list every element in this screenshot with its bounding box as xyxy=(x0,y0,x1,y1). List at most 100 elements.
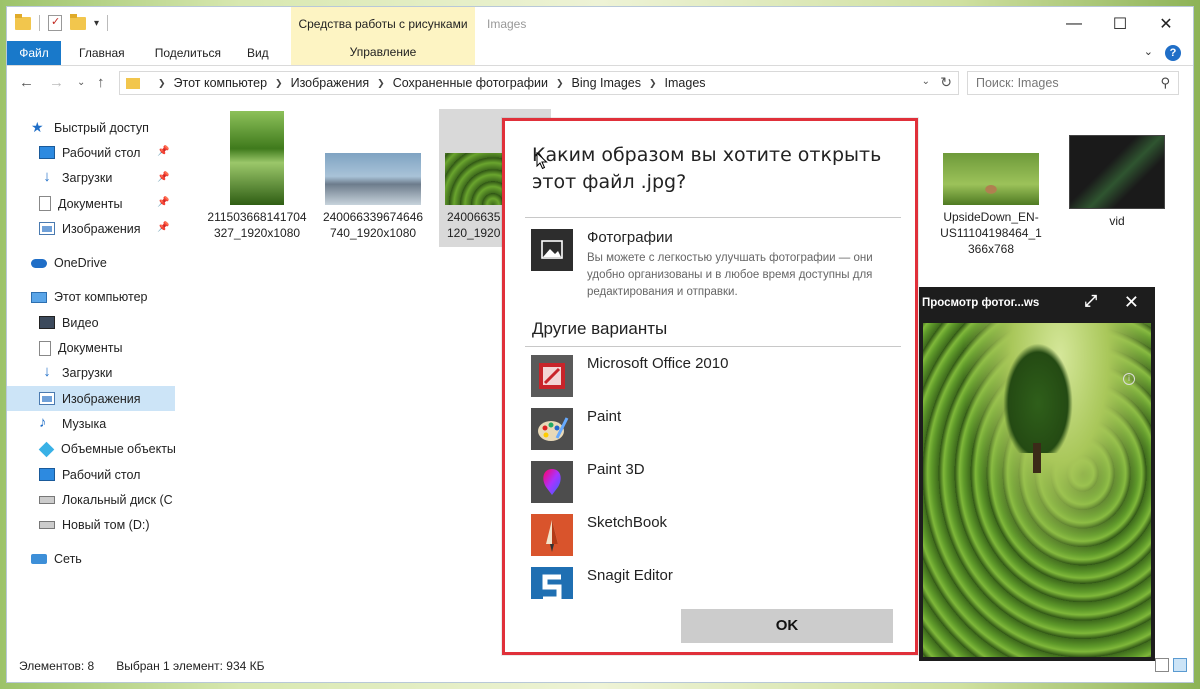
tab-file[interactable]: Файл xyxy=(7,41,61,65)
chevron-right-icon[interactable]: ❯ xyxy=(275,78,283,89)
sidebar-item-network[interactable]: Сеть xyxy=(7,547,175,572)
sidebar-item-drive-c[interactable]: Локальный диск (C xyxy=(7,487,175,512)
chevron-right-icon[interactable]: ❯ xyxy=(649,78,657,89)
up-arrow-icon[interactable]: ↑ xyxy=(97,74,105,91)
star-icon: ★ xyxy=(31,118,44,135)
app-name: SketchBook xyxy=(587,514,668,531)
tab-manage[interactable]: Управление xyxy=(291,45,475,59)
image-thumbnail xyxy=(230,111,284,205)
sidebar-item-pictures-pc[interactable]: Изображения xyxy=(7,385,175,412)
folder-icon[interactable] xyxy=(15,13,31,30)
pin-icon[interactable]: 📌 xyxy=(157,222,169,233)
address-dropdown-icon[interactable]: ⌄ xyxy=(922,76,930,87)
downloads-icon: ↓ xyxy=(43,168,51,186)
app-name: Paint xyxy=(587,408,622,425)
status-item-count: Элементов: 8 xyxy=(19,659,95,673)
viewer-close-icon[interactable]: ✕ xyxy=(1124,292,1139,313)
breadcrumb-pictures[interactable]: Изображения xyxy=(291,76,370,90)
mouse-cursor-icon xyxy=(536,151,548,173)
app-option-office[interactable]: Microsoft Office 2010 xyxy=(531,355,728,397)
sidebar-item-quick-access[interactable]: ★ Быстрый доступ xyxy=(7,115,175,140)
sidebar-item-video[interactable]: Видео xyxy=(7,310,175,335)
tab-home[interactable]: Главная xyxy=(61,41,137,65)
window-title: Images xyxy=(487,17,527,31)
file-tile[interactable]: 211503668141704 327_1920x1080 xyxy=(197,111,317,241)
file-name: vid xyxy=(1109,214,1125,228)
video-icon xyxy=(39,316,55,330)
chevron-right-icon[interactable]: ❯ xyxy=(377,78,385,89)
breadcrumb-saved-pictures[interactable]: Сохраненные фотографии xyxy=(393,76,548,90)
sidebar-item-desktop[interactable]: Рабочий стол 📌 xyxy=(7,140,175,165)
refresh-icon[interactable]: ↻ xyxy=(940,74,952,91)
picture-tools-label: Средства работы с рисунками xyxy=(298,17,468,31)
drive-icon xyxy=(39,495,55,504)
sidebar-item-music[interactable]: ♪ Музыка xyxy=(7,411,175,436)
app-option-sketchbook[interactable]: SketchBook xyxy=(531,514,667,556)
sidebar-item-this-pc[interactable]: Этот компьютер xyxy=(7,285,175,310)
maximize-button[interactable]: ☐ xyxy=(1097,7,1143,41)
tab-view[interactable]: Вид xyxy=(233,41,281,65)
address-bar[interactable]: ❯ Этот компьютер ❯ Изображения ❯ Сохране… xyxy=(119,71,959,95)
sketchbook-pencil-icon xyxy=(531,514,573,556)
file-tile[interactable]: 240066339674646 740_1920x1080 xyxy=(319,153,427,241)
large-icons-view-icon[interactable] xyxy=(1173,658,1187,672)
pin-icon[interactable]: 📌 xyxy=(157,146,169,157)
customize-toolbar-icon[interactable]: ▾ xyxy=(94,18,99,29)
sidebar-item-drive-d[interactable]: Новый том (D:) xyxy=(7,512,175,537)
app-option-paint3d[interactable]: Paint 3D xyxy=(531,461,645,503)
new-folder-icon[interactable] xyxy=(70,13,86,30)
photos-viewer: Просмотр фотог...ws ⤢ ✕ i xyxy=(919,287,1155,661)
expand-ribbon-icon[interactable]: ⌄ xyxy=(1144,45,1153,58)
paint-3d-icon xyxy=(531,461,573,503)
back-arrow-icon[interactable]: ← xyxy=(19,74,34,91)
sidebar-item-desktop-pc[interactable]: Рабочий стол xyxy=(7,462,175,487)
help-icon[interactable]: ? xyxy=(1165,45,1181,61)
sidebar-item-onedrive[interactable]: OneDrive xyxy=(7,250,175,275)
chevron-right-icon[interactable]: ❯ xyxy=(158,78,166,89)
pin-icon[interactable]: 📌 xyxy=(157,172,169,183)
photos-app-icon xyxy=(531,229,573,271)
breadcrumb-images[interactable]: Images xyxy=(665,76,706,90)
downloads-icon: ↓ xyxy=(43,363,51,381)
sidebar-item-documents-pc[interactable]: Документы xyxy=(7,335,175,360)
sidebar-item-pictures[interactable]: Изображения 📌 xyxy=(7,216,175,241)
file-name: 211503668141704 327_1920x1080 xyxy=(207,210,307,240)
minimize-button[interactable]: — xyxy=(1051,7,1097,41)
viewer-image[interactable]: i xyxy=(923,323,1151,657)
sidebar-item-downloads[interactable]: ↓ Загрузки 📌 xyxy=(7,166,175,191)
app-option-paint[interactable]: Paint xyxy=(531,408,621,450)
quick-access-toolbar: ▾ xyxy=(15,13,109,31)
recent-locations-icon[interactable]: ⌄ xyxy=(77,77,85,88)
tree-trunk xyxy=(1033,443,1041,473)
dialog-divider xyxy=(525,217,901,218)
file-tile-selected[interactable]: 24006635 120_1920 xyxy=(443,153,509,241)
search-icon[interactable]: ⚲ xyxy=(1160,72,1170,94)
viewer-title: Просмотр фотог...ws xyxy=(922,297,1040,309)
onedrive-icon xyxy=(31,258,47,268)
music-icon: ♪ xyxy=(39,413,47,431)
expand-icon[interactable]: ⤢ xyxy=(1084,293,1097,311)
toolbar-divider xyxy=(39,15,40,31)
breadcrumb: ❯ Этот компьютер ❯ Изображения ❯ Сохране… xyxy=(150,76,706,90)
properties-icon[interactable] xyxy=(48,15,62,31)
sidebar-item-3d-objects[interactable]: Объемные объекты xyxy=(7,437,175,462)
close-button[interactable]: ✕ xyxy=(1143,7,1189,41)
file-tile[interactable]: vid xyxy=(1065,135,1169,229)
app-option-photos[interactable]: Фотографии Вы можете с легкостью улучшат… xyxy=(531,229,887,301)
image-thumbnail xyxy=(325,153,421,205)
ok-button[interactable]: OK xyxy=(681,609,893,643)
breadcrumb-bing-images[interactable]: Bing Images xyxy=(572,76,641,90)
tab-share[interactable]: Поделиться xyxy=(137,41,233,65)
breadcrumb-this-pc[interactable]: Этот компьютер xyxy=(174,76,267,90)
app-option-snagit[interactable]: Snagit Editor xyxy=(531,567,673,599)
file-tile[interactable]: UpsideDown_EN- US11104198464_1 366x768 xyxy=(939,153,1043,257)
details-view-icon[interactable] xyxy=(1155,658,1169,672)
search-input[interactable]: Поиск: Images ⚲ xyxy=(967,71,1179,95)
sidebar-item-documents[interactable]: Документы 📌 xyxy=(7,191,175,216)
image-thumbnail xyxy=(445,153,505,205)
sidebar-item-downloads-pc[interactable]: ↓ Загрузки xyxy=(7,361,175,386)
pin-icon[interactable]: 📌 xyxy=(157,197,169,208)
chevron-right-icon[interactable]: ❯ xyxy=(556,78,564,89)
forward-arrow-icon[interactable]: → xyxy=(49,74,64,91)
info-icon[interactable]: i xyxy=(1123,373,1135,385)
